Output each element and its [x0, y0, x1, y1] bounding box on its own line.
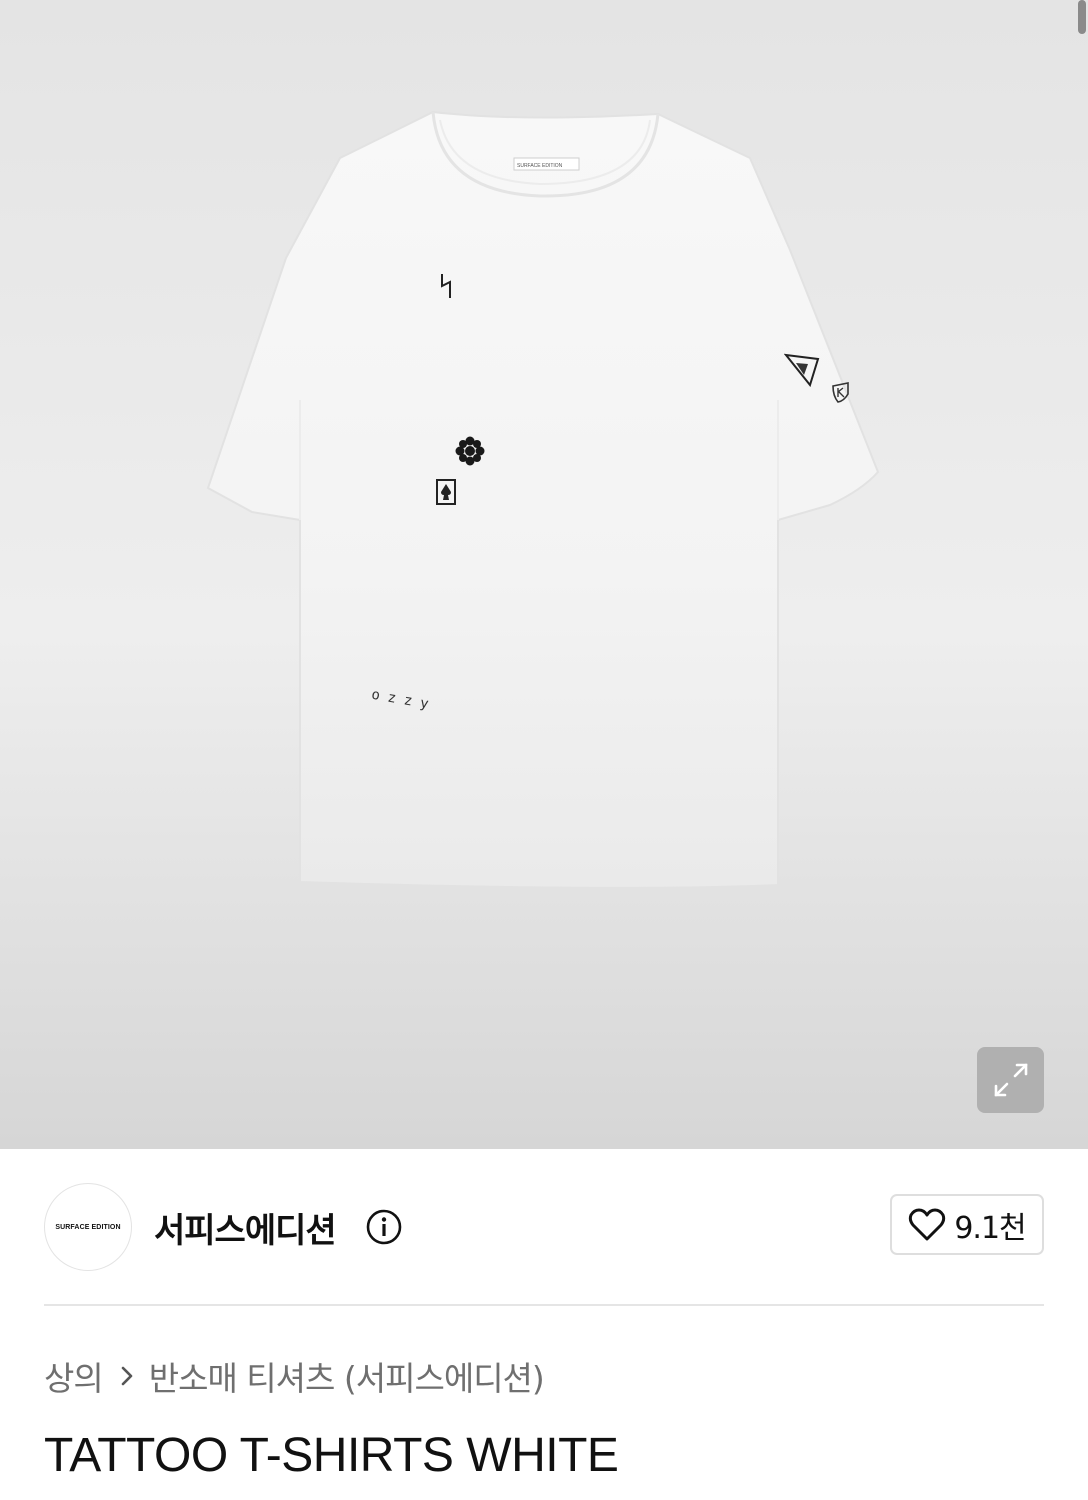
- chevron-right-icon: [119, 1365, 135, 1387]
- brand-row: SURFACE EDITION 서피스에디션 9.1천: [44, 1183, 1044, 1271]
- product-image: SURFACE EDITION: [190, 100, 900, 900]
- asterisk-icon: [455, 436, 485, 466]
- tshirt-illustration: SURFACE EDITION: [206, 110, 880, 889]
- scrollbar-thumb[interactable]: [1078, 0, 1086, 34]
- neck-label-text: SURFACE EDITION: [517, 163, 563, 169]
- shield-emblem-icon: [832, 382, 849, 403]
- expand-image-button[interactable]: [977, 1047, 1044, 1113]
- ozzy-print: ozzy: [370, 688, 437, 714]
- info-icon[interactable]: [366, 1209, 402, 1245]
- like-button[interactable]: 9.1천: [890, 1194, 1044, 1255]
- spade-card-icon: [436, 479, 456, 505]
- like-count: 9.1천: [954, 1210, 1026, 1246]
- expand-icon: [994, 1063, 1027, 1097]
- brand-logo-text: SURFACE EDITION: [55, 1223, 121, 1231]
- breadcrumb-item-subcategory[interactable]: 반소매 티셔츠 (서피스에디션): [149, 1352, 545, 1400]
- brand-logo[interactable]: SURFACE EDITION: [44, 1183, 132, 1271]
- heart-icon: [909, 1208, 946, 1240]
- ozzy-print-text: ozzy: [370, 688, 437, 714]
- product-title: TATTOO T-SHIRTS WHITE: [44, 1429, 619, 1482]
- brand-name[interactable]: 서피스에디션: [154, 1203, 337, 1252]
- product-image-area[interactable]: SURFACE EDITION ozzy: [0, 0, 1088, 1149]
- breadcrumb-item-category[interactable]: 상의: [44, 1352, 104, 1400]
- lightning-icon: [441, 274, 451, 298]
- star-emblem-icon: [784, 353, 820, 387]
- divider: [44, 1304, 1044, 1306]
- breadcrumb: 상의 반소매 티셔츠 (서피스에디션): [44, 1352, 545, 1400]
